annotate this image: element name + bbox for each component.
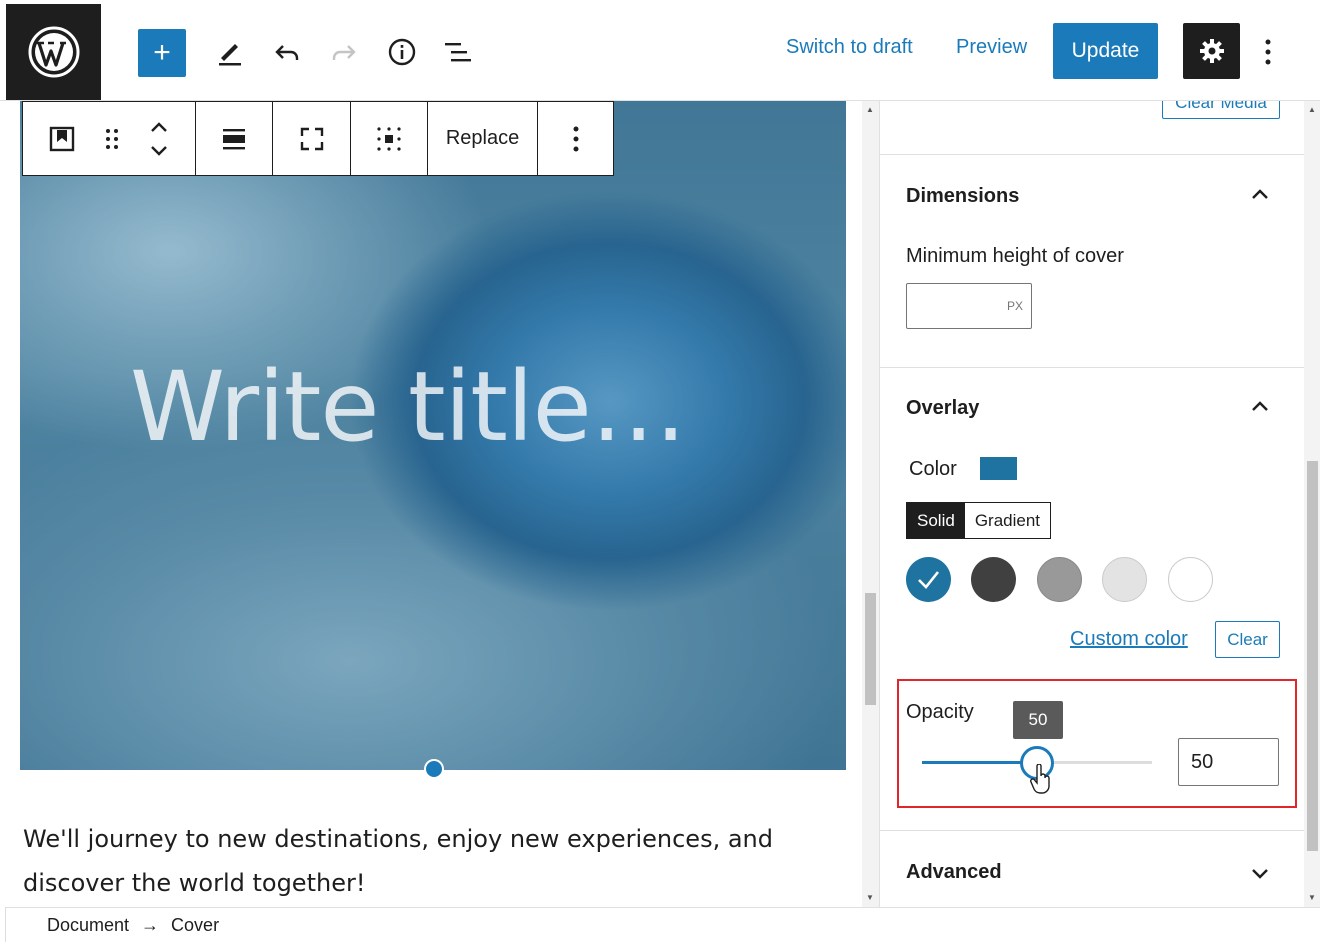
replace-button[interactable]: Replace — [426, 127, 539, 150]
sidebar-scrollbar[interactable]: ▲ ▼ — [1304, 101, 1320, 907]
opacity-number-input[interactable]: 50 — [1178, 738, 1279, 786]
more-vertical-icon — [573, 126, 578, 151]
unit-label: PX — [1006, 299, 1023, 313]
redo-icon — [332, 45, 356, 60]
canvas-scroll-thumb[interactable] — [865, 593, 876, 705]
panel-divider — [880, 830, 1304, 831]
breadcrumb-document[interactable]: Document — [47, 915, 129, 936]
panel-divider — [880, 367, 1304, 368]
edit-tools-button[interactable] — [212, 35, 246, 69]
overlay-panel-title[interactable]: Overlay — [906, 397, 979, 420]
opacity-label: Opacity — [906, 701, 974, 723]
min-height-label: Minimum height of cover — [906, 245, 1124, 267]
hand-cursor-icon — [1030, 764, 1050, 794]
drag-handle[interactable] — [105, 102, 119, 175]
fullscreen-icon — [300, 127, 323, 150]
switch-to-draft-button[interactable]: Switch to draft — [786, 36, 913, 59]
color-swatch-white[interactable] — [1168, 557, 1213, 602]
gradient-tab[interactable]: Gradient — [965, 503, 1050, 538]
color-label: Color — [909, 458, 957, 480]
scroll-down-arrow-icon[interactable]: ▼ — [1308, 893, 1316, 902]
chevron-up-icon[interactable] — [1248, 395, 1272, 419]
undo-icon — [275, 45, 299, 60]
block-options-button[interactable] — [573, 102, 579, 175]
cover-block[interactable]: Write title… — [20, 101, 846, 770]
update-button[interactable]: Update — [1053, 23, 1158, 79]
editor-canvas: Write title… Replace We'll journey to ne… — [0, 101, 862, 907]
color-swatch-dark-gray[interactable] — [971, 557, 1016, 602]
wordpress-logo[interactable] — [6, 4, 101, 100]
content-position-button[interactable] — [375, 102, 403, 175]
opacity-tooltip: 50 — [1013, 701, 1063, 739]
checkmark-icon — [918, 571, 940, 589]
preview-button[interactable]: Preview — [956, 36, 1027, 59]
min-height-input[interactable]: PX — [906, 283, 1032, 329]
block-type-button[interactable] — [48, 102, 76, 175]
full-height-toggle[interactable] — [299, 102, 325, 175]
info-icon — [388, 38, 416, 66]
align-button[interactable] — [221, 102, 247, 175]
cover-title-placeholder[interactable]: Write title… — [130, 351, 687, 463]
drag-handle-icon — [105, 128, 118, 149]
breadcrumb: Document → Cover — [6, 907, 1320, 942]
scroll-down-arrow-icon[interactable]: ▼ — [866, 893, 874, 902]
options-menu-button[interactable] — [1258, 36, 1278, 68]
pencil-icon — [219, 44, 241, 66]
color-swatch-blue[interactable] — [906, 557, 951, 602]
chevron-up-down-icon — [151, 121, 168, 156]
cover-resize-handle[interactable] — [424, 759, 444, 779]
dimensions-panel-title[interactable]: Dimensions — [906, 185, 1019, 208]
solid-tab[interactable]: Solid — [907, 503, 965, 538]
breadcrumb-cover[interactable]: Cover — [171, 915, 219, 936]
clear-media-button[interactable]: Clear Media — [1162, 101, 1280, 119]
paragraph-block[interactable]: We'll journey to new destinations, enjoy… — [23, 817, 783, 905]
scroll-up-arrow-icon[interactable]: ▲ — [1308, 105, 1316, 114]
color-type-toggle: Solid Gradient — [906, 502, 1052, 539]
sidebar-scroll-thumb[interactable] — [1307, 461, 1318, 851]
clear-color-button[interactable]: Clear — [1215, 621, 1280, 658]
scroll-up-arrow-icon[interactable]: ▲ — [866, 105, 874, 114]
advanced-panel-title[interactable]: Advanced — [906, 861, 1002, 884]
gear-icon — [1199, 39, 1224, 63]
move-up-down-button[interactable] — [148, 102, 170, 175]
redo-button[interactable] — [327, 36, 361, 68]
chevron-up-icon[interactable] — [1248, 183, 1272, 207]
settings-button[interactable] — [1183, 23, 1240, 79]
breadcrumb-separator: → — [141, 914, 160, 935]
block-toolbar: Replace — [22, 101, 614, 176]
color-swatch-gray[interactable] — [1037, 557, 1082, 602]
selected-color-indicator — [980, 457, 1017, 480]
chevron-down-icon[interactable] — [1248, 861, 1272, 885]
editor-header: + Switch to draft Preview Update — [0, 0, 1320, 101]
position-center-icon — [377, 126, 401, 151]
panel-divider — [880, 154, 1304, 155]
canvas-scrollbar[interactable]: ▲ ▼ — [862, 101, 879, 907]
color-swatch-light-gray[interactable] — [1102, 557, 1147, 602]
list-view-icon — [445, 43, 471, 62]
add-block-button[interactable]: + — [138, 29, 186, 77]
more-vertical-icon — [1265, 39, 1271, 65]
undo-button[interactable] — [270, 36, 304, 68]
details-button[interactable] — [385, 35, 419, 69]
plus-icon: + — [153, 36, 171, 69]
custom-color-button[interactable]: Custom color — [1070, 628, 1188, 651]
settings-sidebar: Clear Media Dimensions Minimum height of… — [879, 101, 1304, 907]
list-view-button[interactable] — [441, 36, 475, 68]
cover-block-icon — [49, 126, 74, 151]
align-wide-icon — [223, 128, 245, 149]
